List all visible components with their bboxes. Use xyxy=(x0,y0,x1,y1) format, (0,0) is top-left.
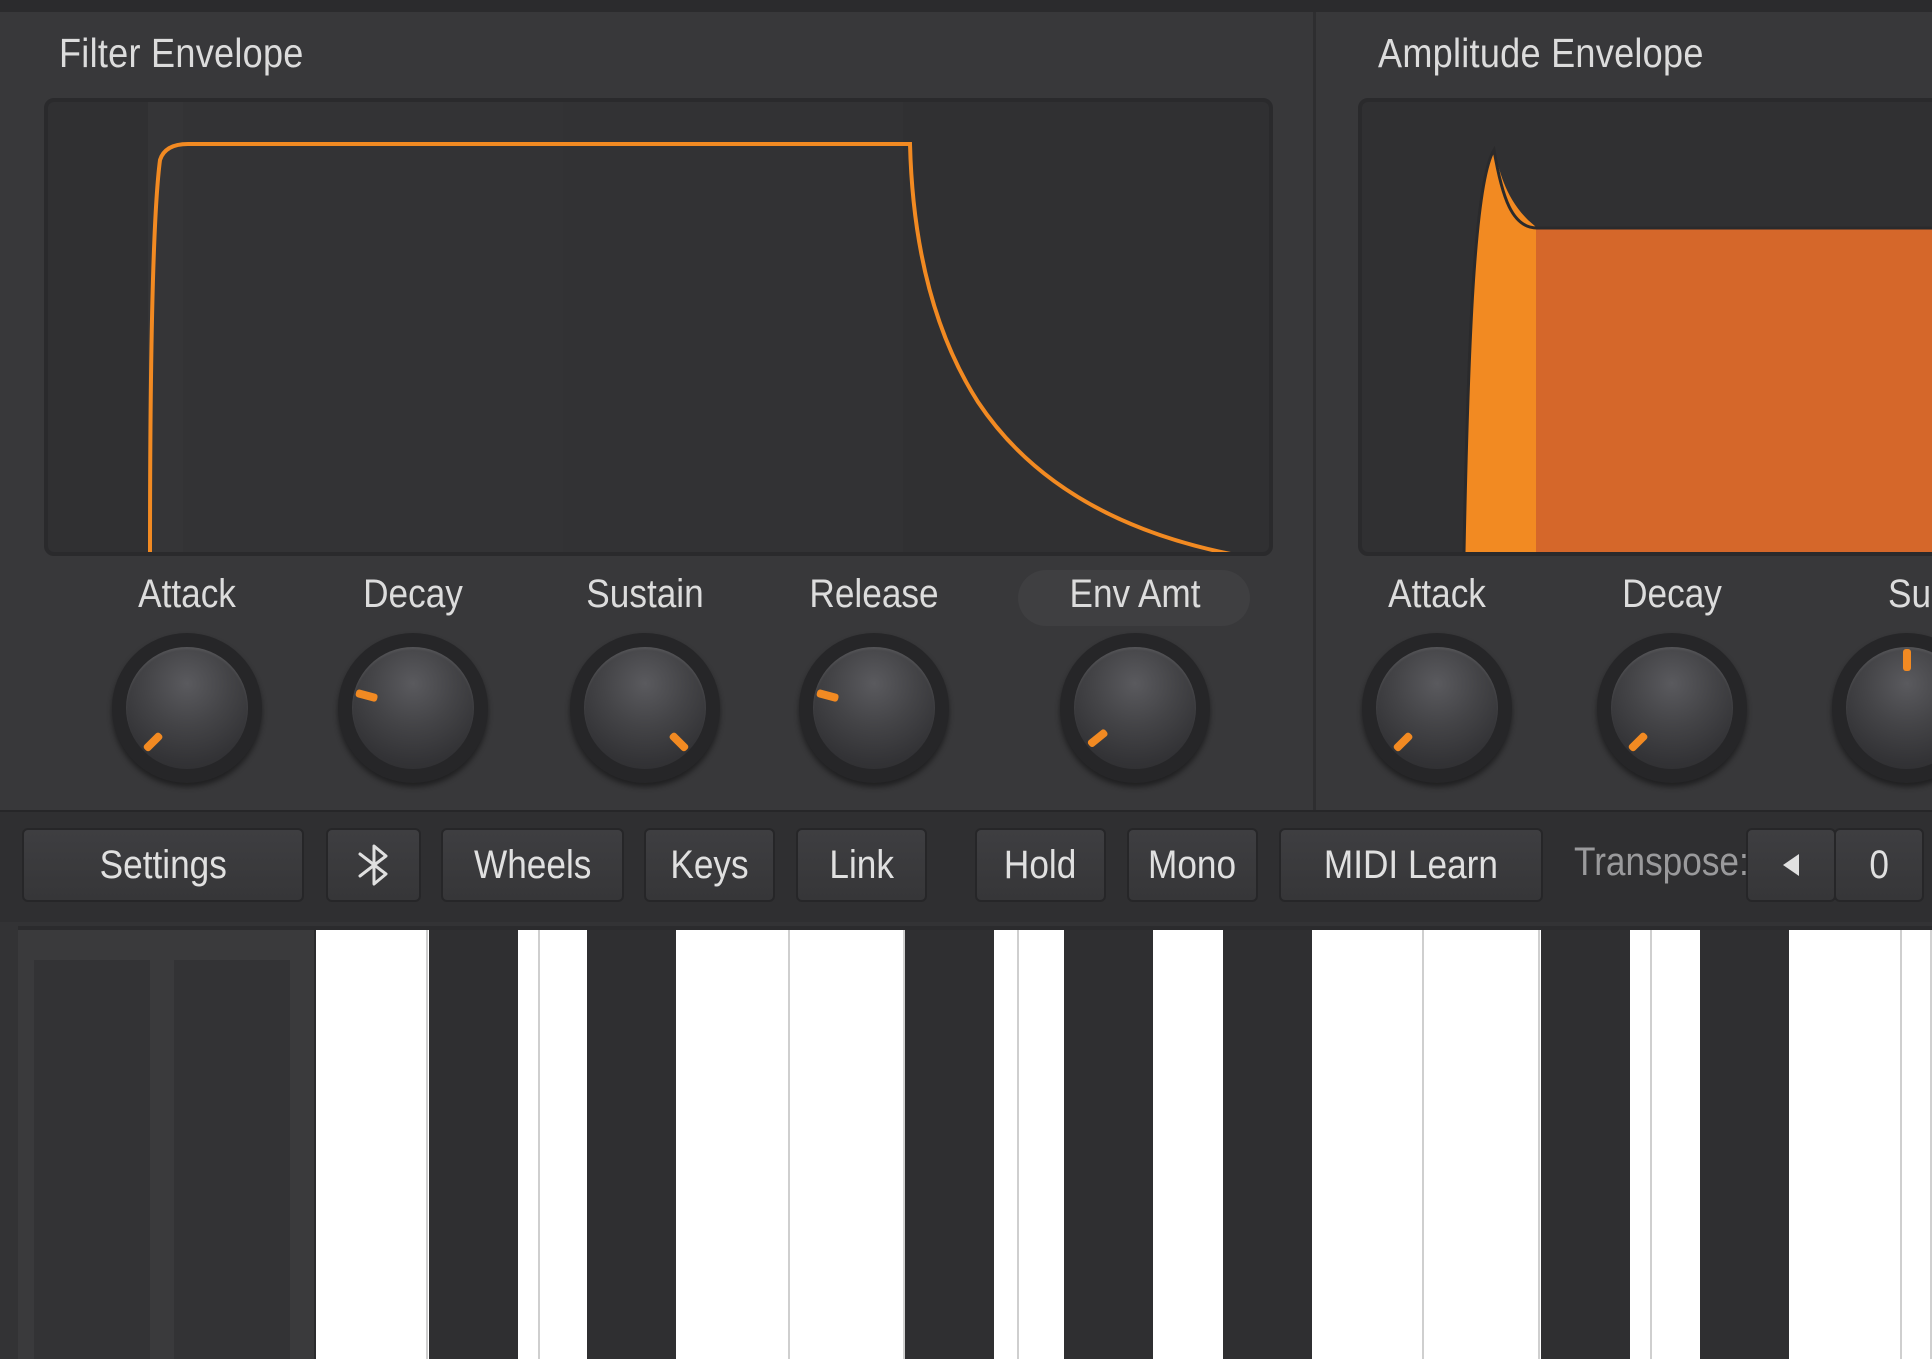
black-key[interactable] xyxy=(587,930,676,1359)
link-button-label: Link xyxy=(829,842,894,887)
filter-env-amt-knob[interactable] xyxy=(1060,633,1210,783)
transpose-down-button[interactable] xyxy=(1746,828,1836,902)
wheels-button[interactable]: Wheels xyxy=(441,828,624,902)
black-key[interactable] xyxy=(1223,930,1312,1359)
midi-learn-button[interactable]: MIDI Learn xyxy=(1279,828,1543,902)
knob-cap xyxy=(584,647,706,769)
hold-button[interactable]: Hold xyxy=(975,828,1106,902)
black-key[interactable] xyxy=(1541,930,1630,1359)
mod-wheel[interactable] xyxy=(174,960,290,1359)
filter-sustain-knob[interactable] xyxy=(570,633,720,783)
midi-learn-button-label: MIDI Learn xyxy=(1323,842,1499,887)
filter-attack-label: Attack xyxy=(138,572,236,616)
keys-button-label: Keys xyxy=(670,842,749,887)
black-key[interactable] xyxy=(905,930,994,1359)
black-key[interactable] xyxy=(1700,930,1789,1359)
triangle-left-icon xyxy=(1783,854,1799,876)
wheels-button-label: Wheels xyxy=(473,842,592,887)
filter-release-knob[interactable] xyxy=(799,633,949,783)
transpose-value: 0 xyxy=(1834,828,1924,902)
filter-envelope-title: Filter Envelope xyxy=(59,30,304,76)
filter-sustain-label: Sustain xyxy=(586,572,704,616)
amp-sustain-label: Susta xyxy=(1888,572,1932,616)
link-button[interactable]: Link xyxy=(796,828,927,902)
filter-attack-knob[interactable] xyxy=(112,633,262,783)
white-key[interactable] xyxy=(316,930,428,1359)
transpose-value-text: 0 xyxy=(1869,842,1889,887)
bluetooth-icon xyxy=(358,844,387,886)
white-key[interactable] xyxy=(790,930,905,1359)
filter-release-label: Release xyxy=(809,572,939,616)
knob-cap xyxy=(1074,647,1196,769)
filter-envelope-graph[interactable] xyxy=(44,98,1273,556)
knob-cap xyxy=(1376,647,1498,769)
pitch-wheel[interactable] xyxy=(34,960,150,1359)
amplitude-envelope-title: Amplitude Envelope xyxy=(1378,30,1704,76)
knob-cap xyxy=(1846,647,1932,769)
amp-attack-label: Attack xyxy=(1388,572,1486,616)
mono-button-label: Mono xyxy=(1148,842,1237,887)
top-edge xyxy=(0,0,1932,12)
white-key[interactable] xyxy=(1424,930,1540,1359)
decay-region xyxy=(183,102,563,552)
white-key[interactable] xyxy=(1902,930,1932,1359)
keys-button[interactable]: Keys xyxy=(644,828,775,902)
knob-cap xyxy=(126,647,248,769)
amplitude-envelope-graph[interactable] xyxy=(1358,98,1932,556)
filter-env-amt-label: Env Amt xyxy=(1069,572,1201,616)
settings-button[interactable]: Settings xyxy=(22,828,304,902)
bluetooth-button[interactable] xyxy=(326,828,421,902)
amplitude-envelope-svg xyxy=(1462,145,1932,552)
knob-cap xyxy=(1611,647,1733,769)
settings-button-label: Settings xyxy=(99,842,227,887)
black-key[interactable] xyxy=(1064,930,1153,1359)
amp-decay-knob[interactable] xyxy=(1597,633,1747,783)
black-key[interactable] xyxy=(429,930,518,1359)
white-key[interactable] xyxy=(1788,930,1902,1359)
knob-cap xyxy=(813,647,935,769)
amp-decay-label: Decay xyxy=(1622,572,1722,616)
filter-decay-label: Decay xyxy=(363,572,463,616)
filter-decay-knob[interactable] xyxy=(338,633,488,783)
mono-button[interactable]: Mono xyxy=(1127,828,1258,902)
amplitude-attack-fill xyxy=(1464,150,1536,552)
knob-indicator xyxy=(1903,649,1911,671)
hold-button-label: Hold xyxy=(1004,842,1077,887)
sustain-region xyxy=(563,102,903,552)
transpose-label: Transpose: xyxy=(1574,840,1749,884)
filter-envelope-svg xyxy=(148,102,1232,552)
knob-cap xyxy=(352,647,474,769)
amp-attack-knob[interactable] xyxy=(1362,633,1512,783)
